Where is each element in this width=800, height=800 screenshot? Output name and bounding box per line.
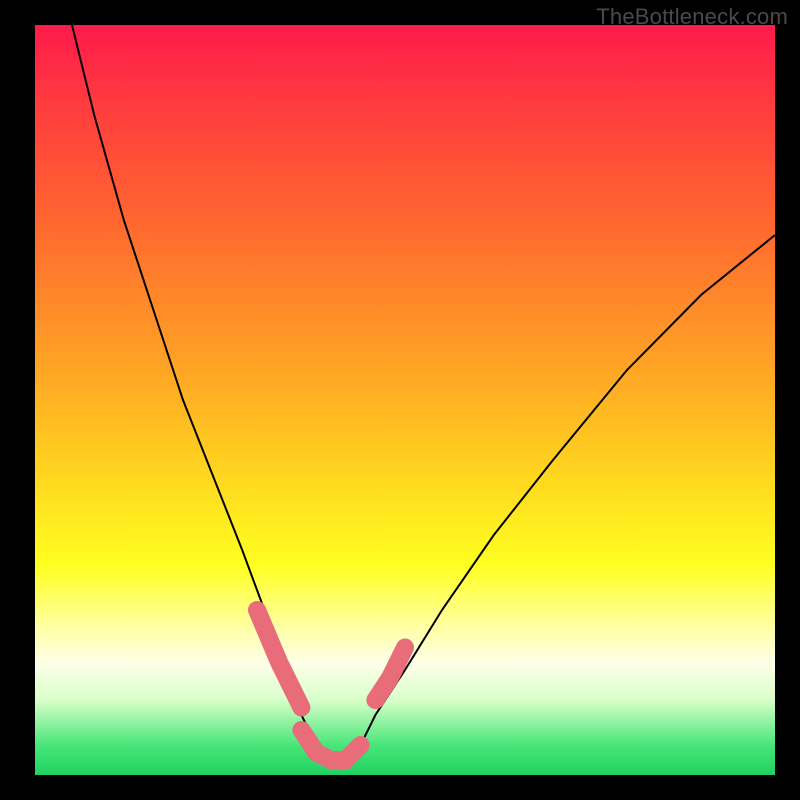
- watermark-text: TheBottleneck.com: [596, 4, 788, 30]
- chart-svg: [35, 25, 775, 775]
- curve-highlight-right: [375, 648, 405, 701]
- bottleneck-curve: [72, 25, 775, 760]
- curve-highlight-left: [257, 610, 301, 708]
- curve-highlight-bottom: [301, 730, 360, 760]
- chart-area: [35, 25, 775, 775]
